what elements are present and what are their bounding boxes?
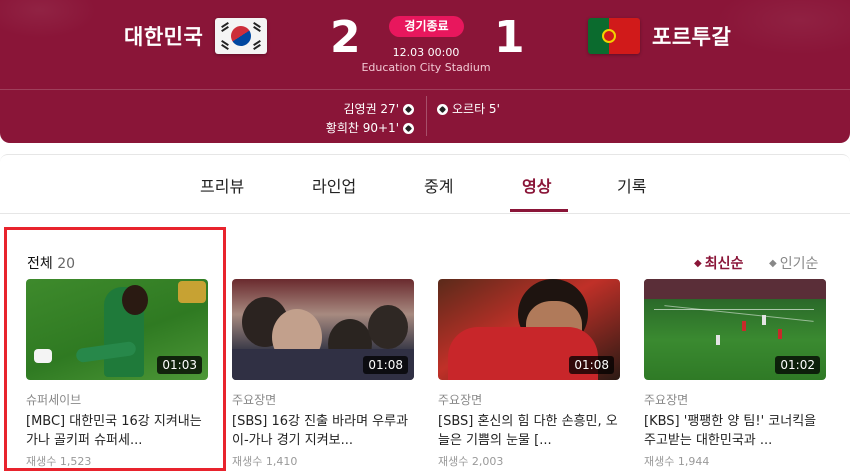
away-score: 1 bbox=[494, 12, 525, 63]
video-category: 주요장면 bbox=[644, 393, 689, 407]
tab-preview[interactable]: 프리뷰 bbox=[200, 173, 244, 197]
diamond-icon: ◆ bbox=[769, 257, 777, 269]
scoreboard: 대한민국 2 경기종료 12.03 00:00 Education City S… bbox=[0, 0, 850, 143]
active-tab-indicator bbox=[510, 209, 568, 212]
tab-lineup[interactable]: 라인업 bbox=[312, 173, 356, 197]
portugal-flag-icon bbox=[588, 18, 640, 54]
tab-video[interactable]: 영상 bbox=[522, 173, 551, 197]
korea-flag-icon bbox=[215, 18, 268, 54]
video-category: 주요장면 bbox=[438, 393, 483, 407]
goal-entry: 김영권 27' bbox=[326, 100, 414, 119]
away-team[interactable]: 포르투갈 bbox=[588, 18, 731, 54]
tab-records[interactable]: 기록 bbox=[617, 173, 646, 197]
video-card[interactable]: 01:08 주요장면 [SBS] 혼신의 힘 다한 손흥민, 오늘은 기쁨의 눈… bbox=[438, 279, 620, 469]
soccer-ball-icon bbox=[403, 123, 414, 134]
sort-latest-label: 최신순 bbox=[704, 256, 744, 272]
soccer-ball-icon bbox=[403, 104, 414, 115]
video-views: 재생수 2,003 bbox=[438, 455, 504, 468]
scoreboard-divider bbox=[0, 89, 850, 90]
stadium-name: Education City Stadium bbox=[361, 61, 491, 74]
match-datetime: 12.03 00:00 bbox=[392, 46, 460, 59]
sort-popular-label: 인기순 bbox=[779, 256, 819, 272]
video-views: 재생수 1,410 bbox=[232, 455, 298, 468]
away-team-name: 포르투갈 bbox=[652, 25, 732, 49]
video-card[interactable]: 01:08 주요장면 [SBS] 16강 진출 바라며 우루과이-가나 경기 지… bbox=[232, 279, 414, 469]
diamond-icon: ◆ bbox=[694, 257, 702, 269]
video-thumbnail[interactable]: 01:08 bbox=[232, 279, 414, 380]
video-card[interactable]: 01:02 주요장면 [KBS] '팽팽한 양 팀!' 코너킥을 주고받는 대한… bbox=[644, 279, 826, 469]
video-thumbnail[interactable]: 01:02 bbox=[644, 279, 826, 380]
video-duration: 01:08 bbox=[363, 356, 408, 374]
scorer-name: 오르타 5' bbox=[452, 102, 500, 116]
status-badge: 경기종료 bbox=[389, 16, 464, 37]
soccer-ball-icon bbox=[437, 104, 448, 115]
video-thumbnail[interactable]: 01:08 bbox=[438, 279, 620, 380]
video-duration: 01:08 bbox=[569, 356, 614, 374]
video-duration: 01:02 bbox=[775, 356, 820, 374]
home-team-name: 대한민국 bbox=[124, 25, 204, 49]
tab-bar: 프리뷰 라인업 중계 영상 기록 bbox=[0, 154, 850, 214]
scorer-name: 황희찬 90+1' bbox=[325, 121, 399, 135]
away-scorers: 오르타 5' bbox=[437, 100, 500, 119]
tab-broadcast[interactable]: 중계 bbox=[424, 173, 453, 197]
goal-entry: 황희찬 90+1' bbox=[326, 119, 414, 138]
video-category: 주요장면 bbox=[232, 393, 277, 407]
home-scorers: 김영권 27' 황희찬 90+1' bbox=[326, 100, 414, 138]
scorers-divider bbox=[426, 96, 427, 136]
sort-latest-button[interactable]: ◆ 최신순 bbox=[694, 253, 743, 273]
goal-entry: 오르타 5' bbox=[437, 100, 500, 119]
video-title[interactable]: [KBS] '팽팽한 양 팀!' 코너킥을 주고받는 대한민국과 ... bbox=[644, 412, 826, 450]
home-score: 2 bbox=[330, 12, 361, 63]
highlight-box bbox=[4, 227, 226, 471]
sort-popular-button[interactable]: ◆ 인기순 bbox=[769, 253, 818, 273]
video-title[interactable]: [SBS] 16강 진출 바라며 우루과이-가나 경기 지켜보... bbox=[232, 412, 414, 450]
home-team[interactable]: 대한민국 bbox=[124, 18, 268, 54]
video-title[interactable]: [SBS] 혼신의 힘 다한 손흥민, 오늘은 기쁨의 눈물 [... bbox=[438, 412, 620, 450]
scorer-name: 김영권 27' bbox=[343, 102, 399, 116]
video-views: 재생수 1,944 bbox=[644, 455, 710, 468]
